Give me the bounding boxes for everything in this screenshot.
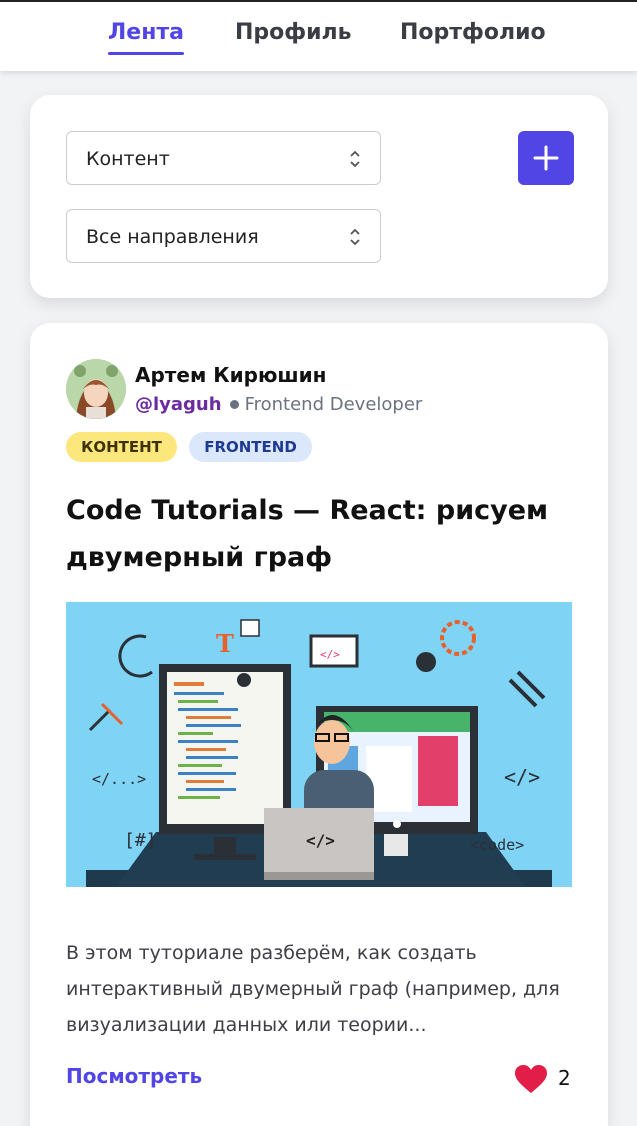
content-type-select[interactable]: Контент [66, 131, 381, 185]
post-card: Артем Кирюшин @lyaguh Frontend Developer … [30, 323, 608, 1126]
direction-select-value: Все направления [86, 226, 259, 248]
code-word-label: <code> [470, 836, 524, 854]
filters-card: Контент Все направления [30, 95, 608, 298]
tab-profile[interactable]: Профиль [235, 20, 352, 45]
badge-frontend: FRONTEND [189, 432, 312, 462]
hash-tag-label: [#] [124, 830, 157, 851]
dots-tag-label: </...> [92, 770, 146, 788]
top-navigation: Лента Профиль Портфолио [0, 0, 637, 71]
author-role: Frontend Developer [244, 394, 423, 415]
author-handle[interactable]: @lyaguh [135, 394, 222, 415]
screen-code-label: </> [320, 648, 340, 661]
author-name[interactable]: Артем Кирюшин [135, 363, 326, 387]
post-title[interactable]: Code Tutorials — React: рисуем двумерный… [66, 487, 576, 581]
like-count: 2 [558, 1066, 571, 1090]
add-post-button[interactable] [518, 131, 574, 185]
laptop-code-label: </> [306, 831, 335, 850]
t-letter: T [216, 629, 234, 658]
post-illustration: </> </> T </...> [#] </> <code> [66, 602, 572, 887]
post-excerpt: В этом туториале разберём, как создать и… [66, 942, 560, 1036]
view-post-link[interactable]: Посмотреть [66, 1064, 202, 1088]
heart-icon[interactable] [514, 1064, 548, 1094]
direction-select[interactable]: Все направления [66, 209, 381, 263]
tab-feed[interactable]: Лента [108, 20, 184, 55]
badge-content: КОНТЕНТ [66, 432, 177, 462]
code-tag-label: </> [504, 765, 540, 789]
plus-icon [533, 145, 559, 171]
author-meta: @lyaguh Frontend Developer [135, 394, 422, 415]
chevron-up-down-icon [350, 228, 360, 246]
avatar-image [66, 359, 126, 419]
tab-portfolio[interactable]: Портфолио [400, 20, 546, 45]
chevron-up-down-icon [350, 150, 360, 168]
separator-dot [229, 399, 239, 409]
avatar[interactable] [66, 359, 126, 419]
content-type-select-value: Контент [86, 148, 170, 170]
